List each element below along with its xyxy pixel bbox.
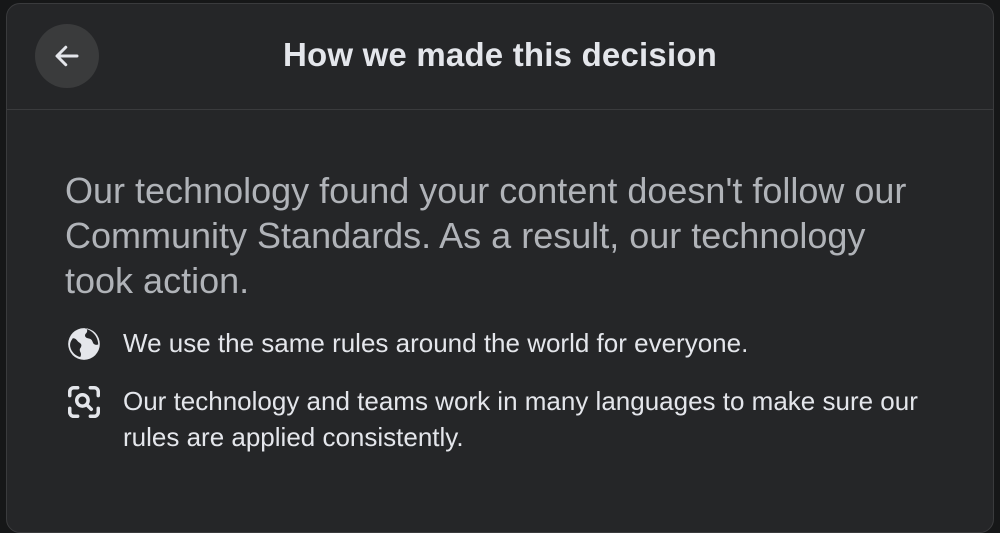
dialog-title: How we made this decision bbox=[282, 36, 718, 73]
rules-statement: We use the same rules around the world f… bbox=[123, 328, 749, 358]
scan-search-icon bbox=[68, 386, 100, 418]
dialog-content: Our technology found your content doesn'… bbox=[7, 110, 993, 455]
decision-dialog: How we made this decision Our technology… bbox=[6, 3, 994, 533]
globe-icon bbox=[68, 328, 100, 360]
info-row-rules: We use the same rules around the world f… bbox=[65, 325, 935, 363]
languages-statement: Our technology and teams work in many la… bbox=[123, 386, 918, 452]
decision-summary: Our technology found your content doesn'… bbox=[65, 170, 907, 301]
info-row-languages: Our technology and teams work in many la… bbox=[65, 383, 935, 455]
dialog-header: How we made this decision bbox=[7, 4, 993, 110]
